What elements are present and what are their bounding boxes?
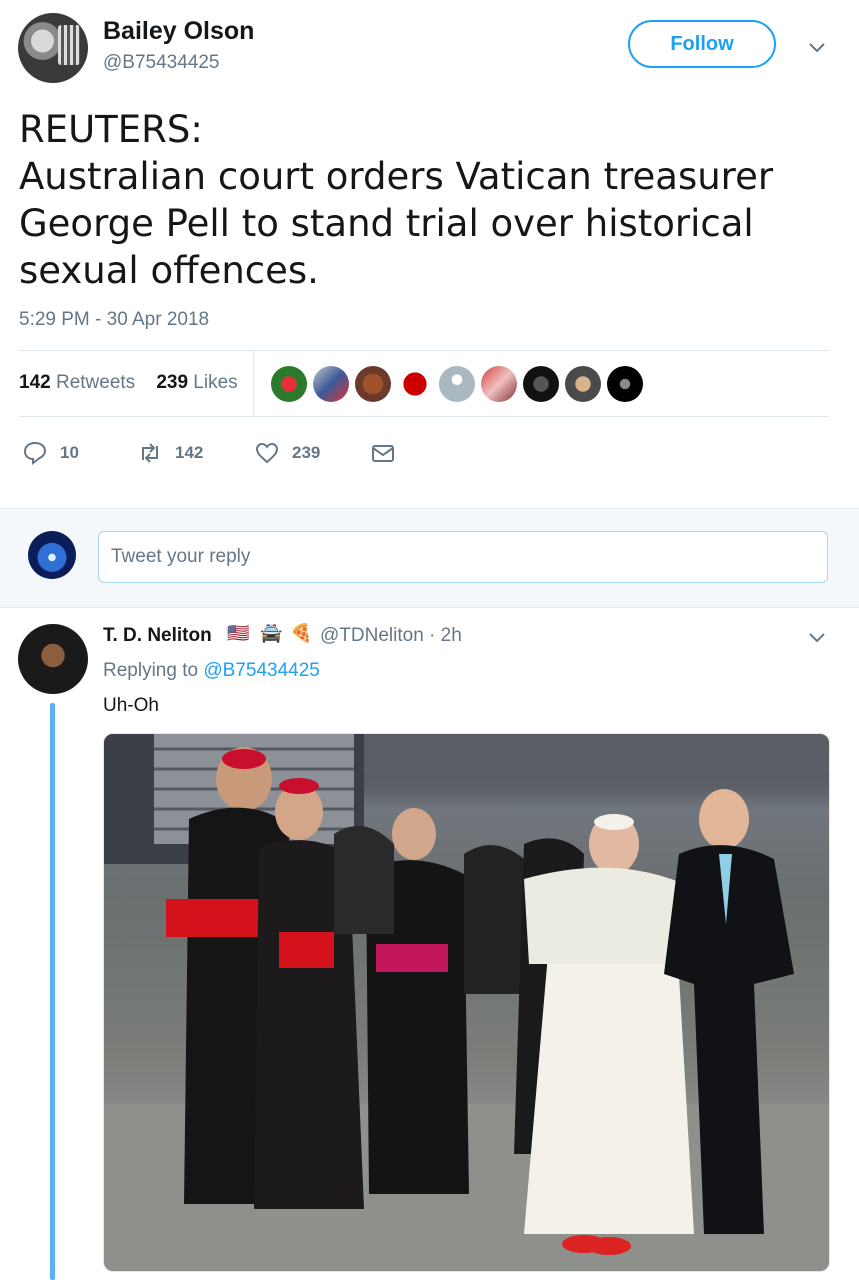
retweets-stat[interactable]: 142 Retweets bbox=[19, 372, 135, 393]
photo-illustration bbox=[104, 734, 829, 1271]
thread-line bbox=[50, 703, 55, 1280]
likes-count: 239 bbox=[156, 372, 189, 393]
like-count: 239 bbox=[292, 443, 321, 462]
reply-author-handle-time[interactable]: @TDNeliton · 2h bbox=[320, 625, 462, 647]
reply-input[interactable]: Tweet your reply bbox=[98, 531, 828, 583]
reply-text: Uh-Oh bbox=[103, 695, 159, 716]
liker-avatar[interactable] bbox=[271, 366, 307, 402]
divider bbox=[19, 350, 829, 351]
engagement-stats: 142 Retweets 239 Likes bbox=[19, 372, 238, 394]
tweet-photo[interactable] bbox=[103, 733, 830, 1272]
chevron-down-icon[interactable] bbox=[806, 36, 828, 58]
replying-to: Replying to @B75434425 bbox=[103, 660, 320, 682]
author-avatar[interactable] bbox=[18, 13, 88, 83]
like-action[interactable]: 239 bbox=[254, 440, 320, 466]
current-user-avatar[interactable] bbox=[28, 531, 76, 579]
likes-stat[interactable]: 239 Likes bbox=[156, 372, 237, 393]
likes-label: Likes bbox=[193, 372, 238, 393]
retweet-action[interactable]: 142 bbox=[137, 440, 203, 466]
stats-divider bbox=[253, 350, 254, 416]
retweets-count: 142 bbox=[19, 372, 51, 393]
liker-avatar[interactable] bbox=[355, 366, 391, 402]
liker-avatar[interactable] bbox=[565, 366, 601, 402]
us-flag-emoji: 🇺🇸 bbox=[227, 623, 250, 643]
reply-count: 10 bbox=[60, 443, 79, 462]
divider bbox=[19, 416, 829, 417]
tweet-text: REUTERS: Australian court orders Vatican… bbox=[19, 108, 774, 292]
police-car-emoji: 🚔 bbox=[260, 623, 283, 643]
retweet-icon bbox=[142, 443, 158, 463]
author-handle[interactable]: @B75434425 bbox=[103, 52, 220, 74]
author-display-name[interactable]: Bailey Olson bbox=[103, 17, 254, 46]
retweet-count: 142 bbox=[175, 443, 204, 462]
heart-icon bbox=[255, 442, 279, 464]
reply-icon bbox=[23, 441, 47, 465]
direct-message-action[interactable] bbox=[370, 440, 408, 466]
follow-button[interactable]: Follow bbox=[628, 20, 776, 68]
liker-avatar[interactable] bbox=[481, 366, 517, 402]
reply-action[interactable]: 10 bbox=[22, 440, 79, 466]
liker-avatar[interactable] bbox=[313, 366, 349, 402]
liker-avatar[interactable] bbox=[397, 366, 433, 402]
reply-author-avatar[interactable] bbox=[18, 624, 88, 694]
tweet-timestamp[interactable]: 5:29 PM - 30 Apr 2018 bbox=[19, 309, 209, 331]
chevron-down-icon[interactable] bbox=[806, 626, 828, 648]
envelope-icon bbox=[372, 445, 394, 462]
liker-avatar[interactable] bbox=[439, 366, 475, 402]
liker-avatar[interactable] bbox=[607, 366, 643, 402]
liker-avatar[interactable] bbox=[523, 366, 559, 402]
reply-author-name[interactable]: T. D. Neliton bbox=[103, 625, 212, 647]
retweets-label: Retweets bbox=[55, 372, 136, 393]
replying-to-link[interactable]: @B75434425 bbox=[203, 660, 320, 681]
pizza-emoji: 🍕 bbox=[290, 623, 313, 643]
replying-prefix: Replying to bbox=[103, 660, 199, 681]
